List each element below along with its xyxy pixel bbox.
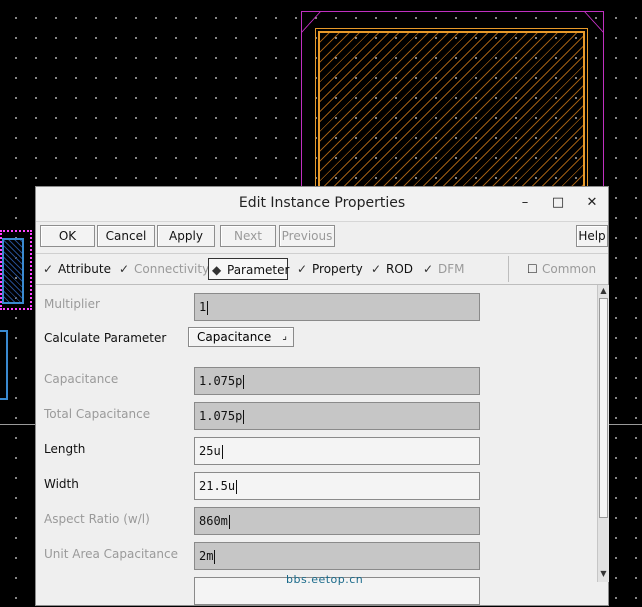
ok-button[interactable]: OK	[40, 225, 95, 247]
edit-instance-properties-dialog: Edit Instance Properties – □ ✕ OK Cancel…	[35, 186, 609, 606]
dropdown-icon: ⌟	[282, 331, 287, 342]
total-capacitance-label: Total Capacitance	[44, 407, 151, 421]
capacitance-field[interactable]: 1.075p	[194, 367, 480, 395]
boundary-corner-right	[584, 11, 604, 33]
vertical-scrollbar[interactable]: ▲ ▼	[597, 285, 609, 582]
multiplier-label: Multiplier	[44, 297, 100, 311]
tab-connectivity[interactable]: ✓ Connectivity	[116, 258, 210, 280]
layout-fragment-blue	[2, 238, 24, 304]
maximize-icon[interactable]: □	[549, 194, 567, 212]
check-icon: ✓	[371, 262, 382, 276]
aspect-ratio-field[interactable]: 860m	[194, 507, 480, 535]
tab-label: Connectivity	[134, 262, 210, 276]
tab-row: ✓ Attribute ✓ Connectivity ◆ Parameter ✓…	[36, 253, 608, 285]
tab-divider	[508, 256, 509, 282]
multiplier-field[interactable]: 1	[194, 293, 480, 321]
tab-property[interactable]: ✓ Property	[294, 258, 364, 280]
scroll-thumb[interactable]	[599, 298, 608, 518]
check-icon: ✓	[43, 262, 54, 276]
diamond-icon: ◆	[212, 263, 222, 277]
tab-parameter[interactable]: ◆ Parameter	[208, 258, 290, 280]
tab-label: DFM	[438, 262, 465, 276]
total-capacitance-field[interactable]: 1.075p	[194, 402, 480, 430]
tab-label: Parameter	[227, 263, 290, 277]
unit-area-capacitance-field[interactable]: 2m	[194, 542, 480, 570]
capacitance-label: Capacitance	[44, 372, 119, 386]
check-icon: ✓	[119, 262, 130, 276]
aspect-ratio-label: Aspect Ratio (w/l)	[44, 512, 150, 526]
scroll-down-icon[interactable]: ▼	[598, 568, 609, 580]
tab-label: ROD	[386, 262, 414, 276]
tab-label: Attribute	[58, 262, 111, 276]
minimize-icon[interactable]: –	[516, 194, 534, 212]
scroll-up-icon[interactable]: ▲	[598, 285, 609, 297]
length-field[interactable]: 25u	[194, 437, 480, 465]
checkbox-icon: ☐	[527, 262, 538, 276]
previous-button[interactable]: Previous	[279, 225, 335, 247]
unit-area-capacitance-label: Unit Area Capacitance	[44, 547, 178, 561]
common-checkbox[interactable]: ☐ Common	[524, 258, 602, 280]
tab-dfm[interactable]: ✓ DFM	[420, 258, 470, 280]
calculate-parameter-select[interactable]: Capacitance ⌟	[188, 327, 294, 347]
cancel-button[interactable]: Cancel	[97, 225, 155, 247]
layout-fragment-blue-lower	[0, 330, 8, 400]
check-icon: ✓	[297, 262, 308, 276]
calculate-parameter-value: Capacitance	[197, 330, 272, 344]
button-row: OK Cancel Apply Next Previous Help	[36, 221, 608, 251]
width-field[interactable]: 21.5u	[194, 472, 480, 500]
next-button[interactable]: Next	[220, 225, 276, 247]
width-label: Width	[44, 477, 79, 491]
help-button[interactable]: Help	[576, 225, 608, 247]
tab-rod[interactable]: ✓ ROD	[368, 258, 416, 280]
calculate-parameter-label: Calculate Parameter	[44, 331, 167, 345]
tab-label: Property	[312, 262, 363, 276]
boundary-corner-left	[301, 11, 321, 33]
watermark-text: bbs.eetop.cn	[286, 573, 364, 586]
apply-button[interactable]: Apply	[157, 225, 215, 247]
close-icon[interactable]: ✕	[583, 194, 601, 212]
common-label: Common	[542, 262, 597, 276]
length-label: Length	[44, 442, 86, 456]
capacitor-instance[interactable]	[315, 28, 588, 214]
check-icon: ✓	[423, 262, 434, 276]
tab-attribute[interactable]: ✓ Attribute	[40, 258, 112, 280]
title-bar[interactable]: Edit Instance Properties – □ ✕	[36, 187, 608, 222]
parameter-panel: Multiplier 1 Calculate Parameter Capacit…	[36, 285, 596, 607]
